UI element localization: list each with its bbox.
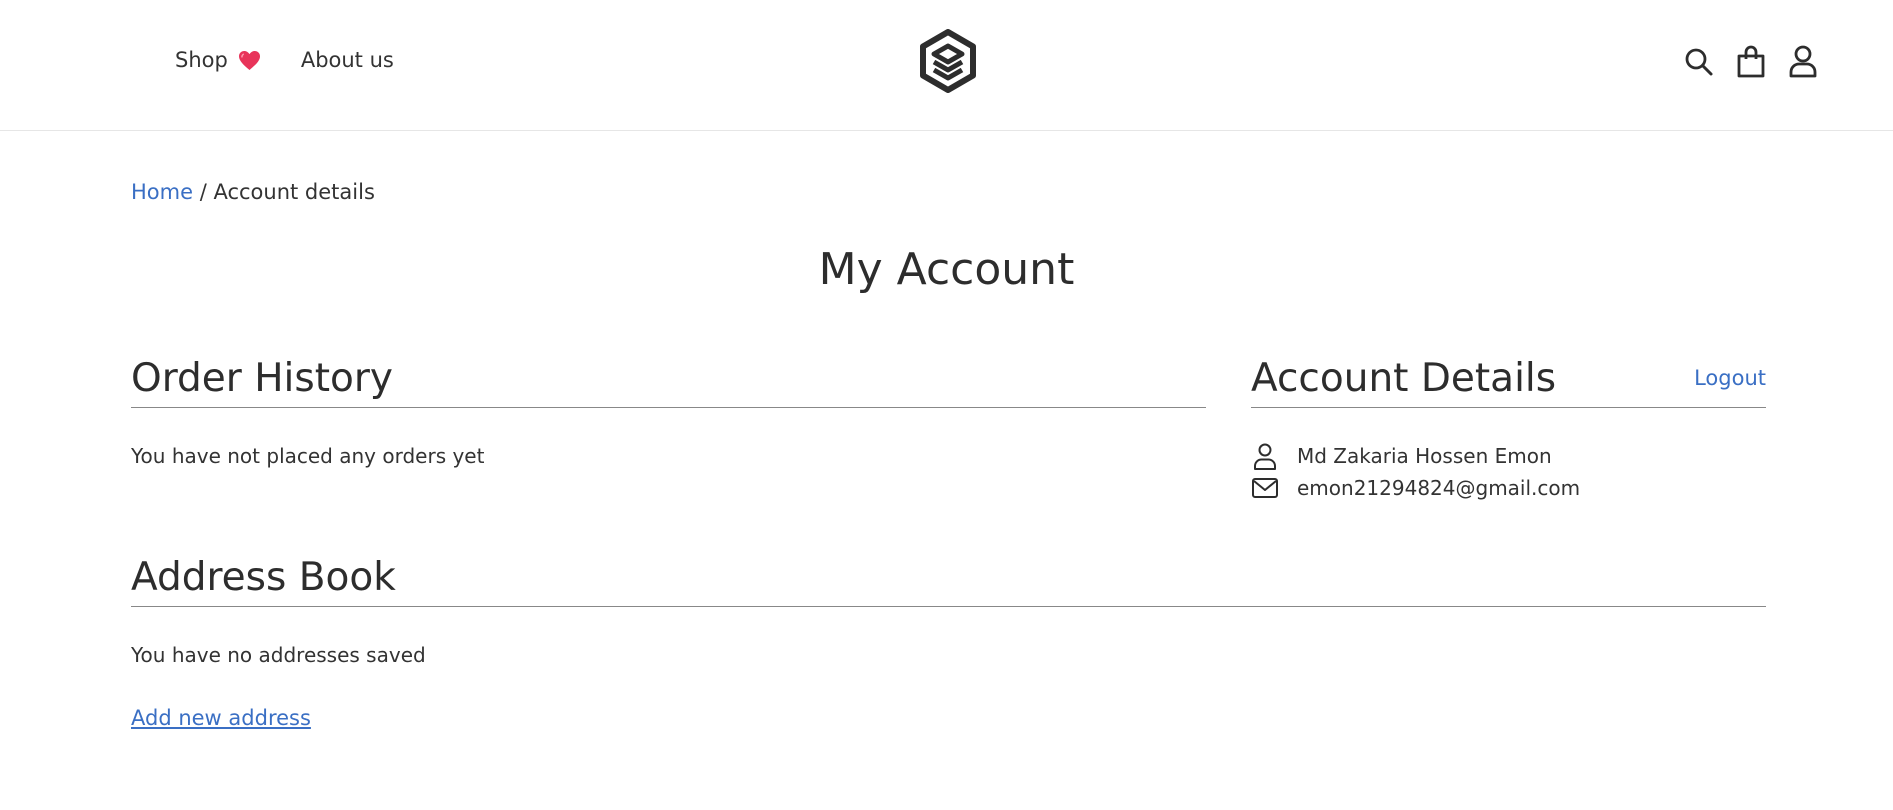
breadcrumb: Home / Account details [131, 180, 375, 204]
nav-about-label: About us [300, 48, 394, 72]
logout-link[interactable]: Logout [1694, 366, 1766, 390]
address-book-heading: Address Book [131, 556, 1766, 607]
shopping-bag-icon[interactable] [1736, 44, 1766, 78]
account-details-heading: Account Details [1251, 357, 1766, 408]
account-email-row: emon21294824@gmail.com [1251, 474, 1580, 502]
site-header: Shop About us [0, 0, 1893, 131]
nav-shop-link[interactable]: Shop [175, 48, 261, 72]
header-icons [1684, 44, 1818, 78]
heart-icon [238, 50, 260, 70]
user-icon[interactable] [1788, 44, 1818, 78]
account-email: emon21294824@gmail.com [1297, 476, 1581, 500]
add-new-address-link[interactable]: Add new address [131, 706, 311, 730]
user-icon [1254, 443, 1276, 470]
account-name-row: Md Zakaria Hossen Emon [1251, 442, 1552, 470]
main-nav: Shop About us [175, 48, 394, 72]
breadcrumb-separator: / [193, 180, 214, 204]
addresses-empty-message: You have no addresses saved [131, 643, 426, 667]
account-name: Md Zakaria Hossen Emon [1297, 444, 1552, 468]
nav-shop-label: Shop [175, 48, 228, 72]
breadcrumb-current: Account details [213, 180, 375, 204]
mail-icon [1252, 478, 1278, 498]
nav-about-link[interactable]: About us [301, 48, 394, 72]
search-icon[interactable] [1684, 44, 1714, 78]
page-title: My Account [818, 244, 1075, 295]
orders-empty-message: You have not placed any orders yet [131, 444, 485, 468]
order-history-heading: Order History [131, 357, 1206, 408]
layers-logo-icon[interactable] [918, 29, 978, 93]
breadcrumb-home-link[interactable]: Home [131, 180, 193, 204]
